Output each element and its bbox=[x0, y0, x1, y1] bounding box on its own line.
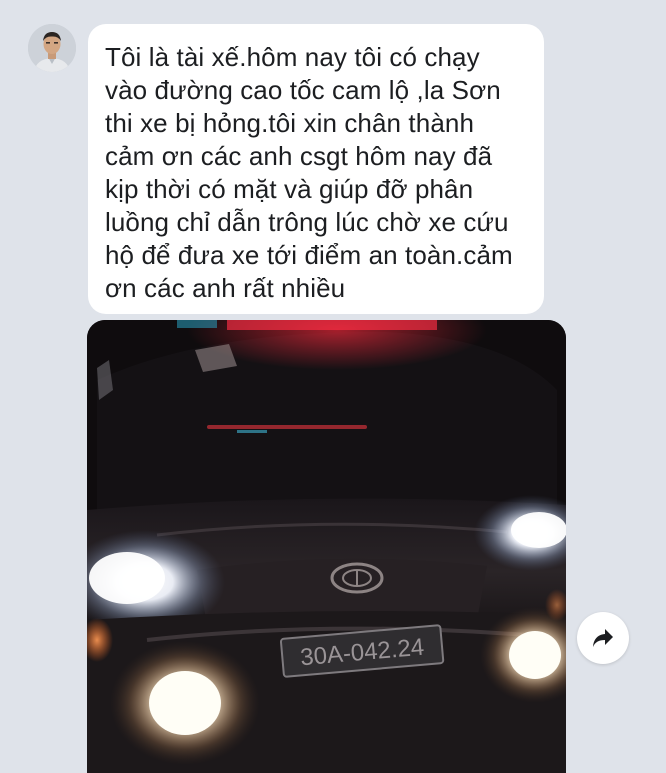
share-button[interactable] bbox=[577, 612, 629, 664]
avatar-photo bbox=[28, 24, 76, 72]
avatar[interactable] bbox=[28, 24, 76, 72]
share-arrow-icon bbox=[593, 629, 613, 647]
attached-photo[interactable]: 30A-042.24 bbox=[87, 320, 566, 773]
car-night-photo: 30A-042.24 bbox=[87, 320, 566, 773]
message-text: Tôi là tài xế.hôm nay tôi có chạy vào đư… bbox=[105, 42, 513, 303]
message-bubble[interactable]: Tôi là tài xế.hôm nay tôi có chạy vào đư… bbox=[88, 24, 544, 314]
chat-thread: Tôi là tài xế.hôm nay tôi có chạy vào đư… bbox=[0, 0, 666, 773]
